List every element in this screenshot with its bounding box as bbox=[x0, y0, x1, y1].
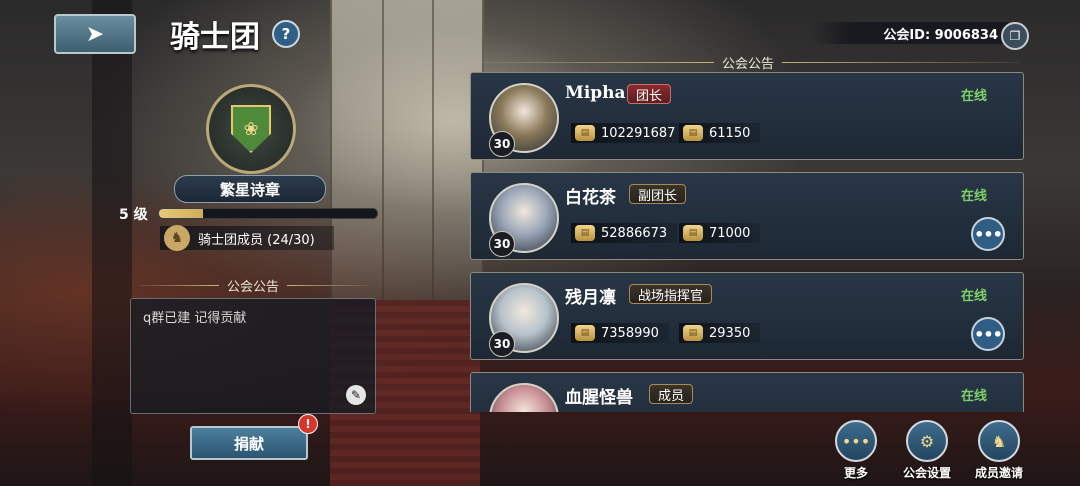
copy-icon[interactable]: ❐ bbox=[1001, 22, 1029, 50]
coin-stack-icon: ▤ bbox=[575, 225, 595, 241]
member-role-tag: 成员 bbox=[649, 384, 694, 404]
member-stat-contribution: ▤ 102291687 bbox=[571, 123, 686, 143]
member-stat-gold: ▤ 29350 bbox=[679, 323, 761, 343]
member-card[interactable]: 30 Mipha 团长 在线 ▤ 102291687 ▤ 61150 bbox=[470, 72, 1024, 160]
gold-bar-icon: ▤ bbox=[683, 125, 703, 141]
notice-text: q群已建 记得贡献 bbox=[143, 311, 247, 326]
member-card[interactable]: 30 白花茶 副团长 在线 ▤ 52886673 ▤ 71000 ••• bbox=[470, 172, 1024, 260]
member-list[interactable]: 30 Mipha 团长 在线 ▤ 102291687 ▤ 61150 30 白花茶 副团长 在线 ▤ 52… bbox=[470, 70, 1026, 412]
member-avatar[interactable] bbox=[489, 383, 559, 412]
member-invite-button[interactable]: ♞ 成员邀请 bbox=[969, 420, 1029, 481]
guild-level: 5 级 bbox=[119, 207, 148, 223]
member-role-tag: 战场指挥官 bbox=[629, 284, 713, 304]
guild-settings-label: 公会设置 bbox=[902, 466, 951, 480]
bg-pillar-left bbox=[92, 0, 132, 486]
more-label: 更多 bbox=[843, 466, 868, 480]
member-icon: ♞ bbox=[164, 225, 190, 251]
gold-bar-icon: ▤ bbox=[683, 325, 703, 341]
guild-members-count: 骑士团成员 (24/30) bbox=[198, 232, 315, 248]
help-icon[interactable]: ? bbox=[272, 20, 300, 48]
guild-emblem[interactable]: ❀ bbox=[206, 84, 296, 174]
member-stat-contribution: ▤ 7358990 bbox=[571, 323, 669, 343]
alert-badge: ! bbox=[298, 414, 318, 434]
member-stat-gold: ▤ 71000 bbox=[679, 223, 761, 243]
guild-name: 繁星诗章 bbox=[174, 175, 326, 203]
member-status: 在线 bbox=[961, 389, 988, 404]
more-dots-icon[interactable]: ••• bbox=[971, 317, 1005, 351]
member-name: 残月凛 bbox=[565, 288, 616, 308]
guild-settings-button[interactable]: ⚙ 公会设置 bbox=[897, 420, 957, 481]
bg-window bbox=[330, 0, 484, 300]
member-list-title: 公会公告 bbox=[470, 54, 1026, 72]
member-name: Mipha bbox=[565, 83, 626, 103]
member-status: 在线 bbox=[961, 289, 988, 304]
more-dots-icon[interactable]: ••• bbox=[971, 217, 1005, 251]
back-button[interactable]: ➤ bbox=[54, 14, 136, 54]
member-name: 白花茶 bbox=[565, 188, 616, 208]
member-level: 30 bbox=[489, 131, 515, 157]
shield-icon: ❀ bbox=[231, 105, 271, 153]
level-progress-bar bbox=[158, 208, 378, 219]
gear-icon: ⚙ bbox=[906, 420, 948, 462]
member-level: 30 bbox=[489, 231, 515, 257]
more-dots-icon: ••• bbox=[835, 420, 877, 462]
edit-icon[interactable]: ✎ bbox=[346, 385, 366, 405]
guild-id: 公会ID: 9006834 bbox=[812, 22, 1008, 44]
member-level: 30 bbox=[489, 331, 515, 357]
member-card[interactable]: 30血腥怪兽成员在线 bbox=[470, 372, 1024, 412]
member-stat-contribution: ▤ 52886673 bbox=[571, 223, 678, 243]
member-stat-gold: ▤ 61150 bbox=[679, 123, 761, 143]
notice-box: q群已建 记得贡献 bbox=[130, 298, 376, 414]
more-button[interactable]: ••• 更多 bbox=[826, 420, 886, 481]
notice-title: 公会公告 bbox=[130, 276, 376, 295]
coin-stack-icon: ▤ bbox=[575, 125, 595, 141]
member-role-tag: 副团长 bbox=[629, 184, 687, 204]
member-status: 在线 bbox=[961, 189, 988, 204]
coin-stack-icon: ▤ bbox=[575, 325, 595, 341]
guild-members-row[interactable]: ♞ 骑士团成员 (24/30) bbox=[160, 225, 334, 251]
back-arrow-icon: ➤ bbox=[85, 21, 105, 47]
member-name: 血腥怪兽 bbox=[565, 388, 633, 408]
member-card[interactable]: 30 残月凛 战场指挥官 在线 ▤ 7358990 ▤ 29350 ••• bbox=[470, 272, 1024, 360]
member-status: 在线 bbox=[961, 89, 988, 104]
invite-icon: ♞ bbox=[978, 420, 1020, 462]
member-invite-label: 成员邀请 bbox=[974, 466, 1023, 480]
member-role-tag: 团长 bbox=[627, 84, 672, 104]
donate-button[interactable]: 捐献 bbox=[190, 426, 308, 460]
gold-bar-icon: ▤ bbox=[683, 225, 703, 241]
level-progress-fill bbox=[159, 209, 203, 218]
page-title: 骑士团 bbox=[170, 20, 260, 55]
